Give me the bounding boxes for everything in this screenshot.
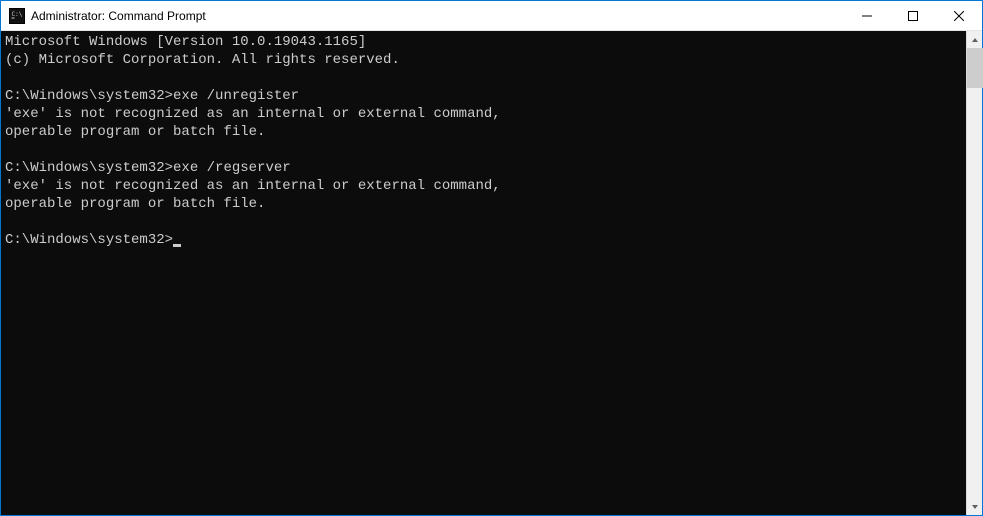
- scroll-up-arrow-icon[interactable]: [967, 31, 983, 48]
- typed-command: exe /unregister: [173, 88, 299, 104]
- window-title: Administrator: Command Prompt: [31, 9, 844, 23]
- banner-line: (c) Microsoft Corporation. All rights re…: [5, 52, 400, 68]
- svg-text:C:\: C:\: [12, 11, 23, 18]
- window-controls: [844, 1, 982, 30]
- minimize-button[interactable]: [844, 1, 890, 30]
- text-cursor: [173, 244, 181, 247]
- error-line: 'exe' is not recognized as an internal o…: [5, 106, 501, 122]
- scroll-thumb[interactable]: [967, 48, 983, 88]
- error-line: operable program or batch file.: [5, 124, 265, 140]
- prompt: C:\Windows\system32>: [5, 232, 173, 248]
- banner-line: Microsoft Windows [Version 10.0.19043.11…: [5, 34, 366, 50]
- cmd-window: C:\ Administrator: Command Prompt Micros…: [0, 0, 983, 516]
- cmd-icon: C:\: [9, 8, 25, 24]
- scroll-down-arrow-icon[interactable]: [967, 498, 983, 515]
- prompt: C:\Windows\system32>: [5, 88, 173, 104]
- typed-command: exe /regserver: [173, 160, 291, 176]
- close-button[interactable]: [936, 1, 982, 30]
- vertical-scrollbar[interactable]: [966, 31, 982, 515]
- client-area: Microsoft Windows [Version 10.0.19043.11…: [1, 31, 982, 515]
- error-line: operable program or batch file.: [5, 196, 265, 212]
- prompt: C:\Windows\system32>: [5, 160, 173, 176]
- titlebar[interactable]: C:\ Administrator: Command Prompt: [1, 1, 982, 31]
- error-line: 'exe' is not recognized as an internal o…: [5, 178, 501, 194]
- maximize-button[interactable]: [890, 1, 936, 30]
- console-output[interactable]: Microsoft Windows [Version 10.0.19043.11…: [1, 31, 966, 515]
